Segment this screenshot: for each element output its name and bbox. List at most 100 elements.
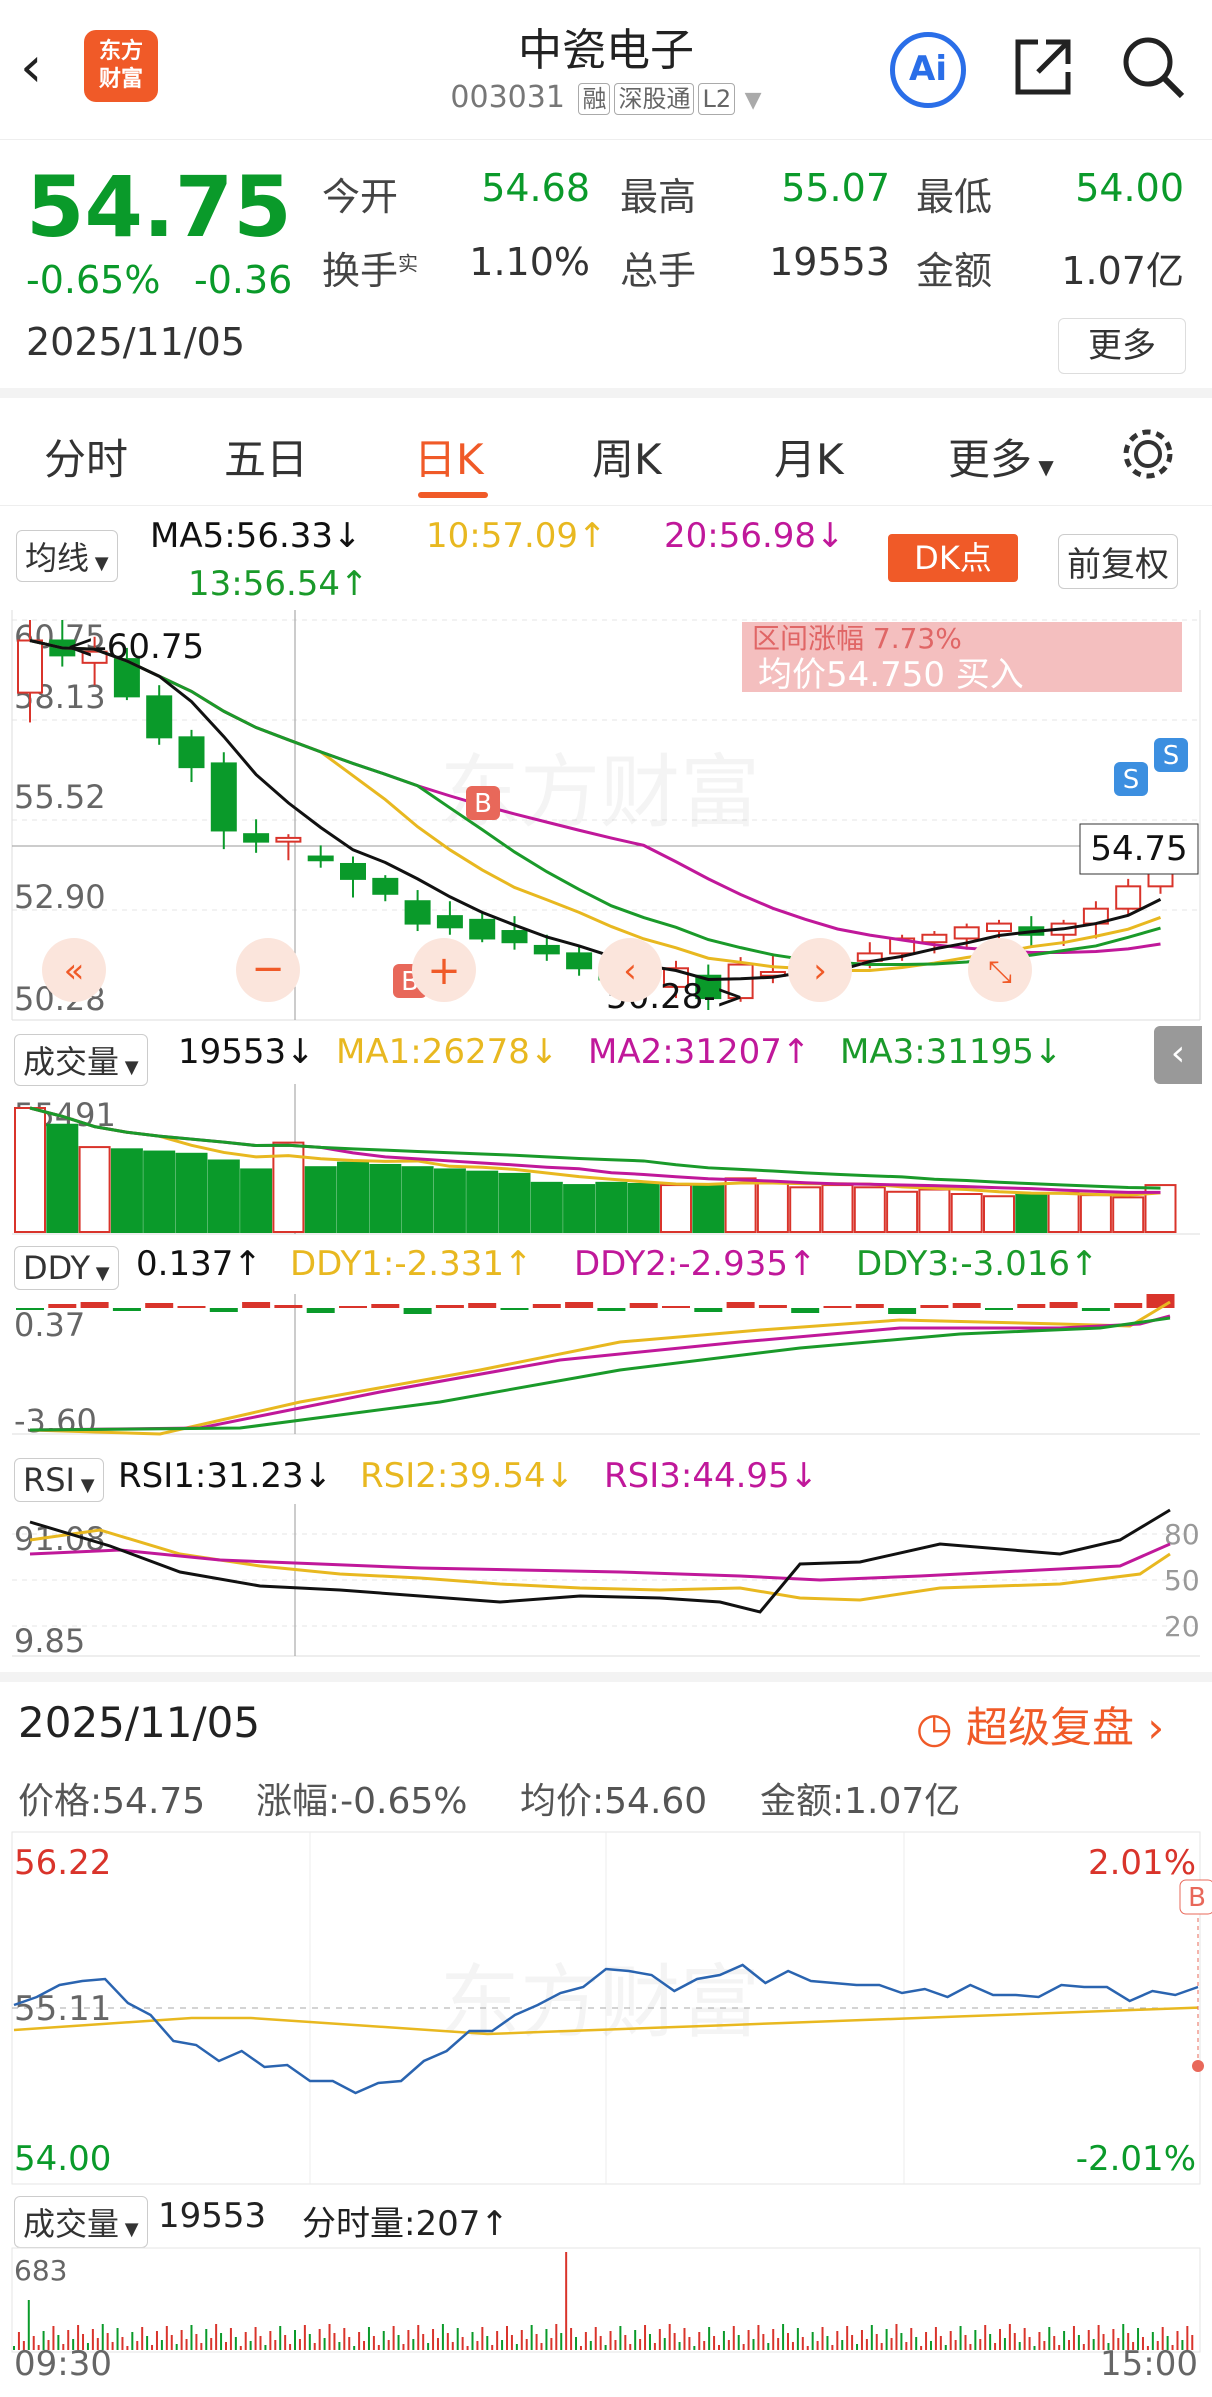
high-value: 55.07 bbox=[781, 166, 890, 210]
sell-s-marker: S bbox=[1154, 738, 1188, 772]
volume-bar bbox=[692, 1184, 725, 1233]
rsi1-value: RSI1:31.23↓ bbox=[118, 1456, 333, 1496]
ddy-bar bbox=[80, 1302, 109, 1308]
ddy-bar bbox=[952, 1303, 981, 1308]
clock-icon: ◷ bbox=[916, 1703, 966, 1752]
volume-value: 19553 bbox=[769, 240, 890, 284]
candle-body bbox=[210, 762, 237, 832]
collapse-panel-icon[interactable]: ‹ bbox=[1154, 1026, 1202, 1084]
kline-chart[interactable]: 东方财富 区间涨幅 7.73% 均价54.750 买入 60.75 58.13 … bbox=[0, 610, 1212, 1030]
volume-indicator: 19553↓ bbox=[178, 1032, 315, 1072]
volume-bar bbox=[14, 1107, 46, 1233]
detail-date: 2025/11/05 bbox=[18, 1698, 261, 1747]
volume-bar bbox=[1047, 1191, 1080, 1234]
tab-monthly-k[interactable]: 月K bbox=[774, 426, 844, 487]
super-replay-link[interactable]: ◷ 超级复盘 › bbox=[916, 1694, 1164, 1755]
zoom-in-icon[interactable]: + bbox=[412, 938, 476, 1002]
volume-bar bbox=[78, 1146, 111, 1234]
turnover-label: 换手实 bbox=[322, 249, 419, 293]
volume-bar bbox=[950, 1193, 983, 1233]
buy-b-marker: B bbox=[466, 786, 500, 820]
intraday-low: 54.00 bbox=[14, 2139, 111, 2179]
top-bar: ‹ 东方 财富 中瓷电子 003031 融深股通 L2 ▼ Ai bbox=[0, 0, 1212, 140]
fullscreen-icon[interactable]: ⤡ bbox=[968, 938, 1032, 1002]
volume-bar bbox=[886, 1190, 919, 1233]
volume-bar bbox=[853, 1186, 886, 1233]
stock-code: 003031 bbox=[450, 80, 565, 115]
rsi-chart: 91.08 9.85 80 50 20 bbox=[12, 1504, 1200, 1660]
ddy-bar bbox=[629, 1303, 658, 1308]
dk-point-button[interactable]: DK点 bbox=[888, 534, 1018, 582]
turnover-value: 1.10% bbox=[469, 240, 590, 284]
rsi2-value: RSI2:39.54↓ bbox=[360, 1456, 575, 1496]
candle-body bbox=[275, 836, 302, 843]
ddy-bar bbox=[726, 1302, 755, 1308]
tab-more[interactable]: 更多 ▼ bbox=[948, 426, 1054, 487]
volume-select[interactable]: 成交量 ▼ bbox=[14, 1034, 148, 1086]
volume-bar bbox=[46, 1123, 79, 1233]
tab-daily-k[interactable]: 日K bbox=[414, 426, 484, 487]
ddy-bar bbox=[855, 1304, 884, 1308]
settings-gear-icon[interactable] bbox=[1118, 424, 1178, 484]
ddy-bar bbox=[112, 1308, 141, 1311]
detail-amount: 金额:1.07亿 bbox=[760, 1781, 961, 1822]
zoom-out-icon[interactable]: − bbox=[236, 938, 300, 1002]
rsi-ref-50: 50 bbox=[1164, 1564, 1200, 1597]
prev-icon[interactable]: ‹ bbox=[598, 938, 662, 1002]
share-icon[interactable] bbox=[1010, 34, 1076, 100]
dropdown-arrow-icon[interactable]: ▼ bbox=[745, 88, 762, 113]
volume-bar bbox=[175, 1152, 208, 1233]
ddy-bar bbox=[758, 1305, 787, 1308]
scroll-left-icon[interactable]: « bbox=[42, 938, 106, 1002]
ddy-bar bbox=[371, 1304, 400, 1308]
ddy-bar bbox=[1049, 1302, 1078, 1308]
ddy-bar bbox=[985, 1308, 1013, 1310]
ddy-bar bbox=[242, 1302, 271, 1308]
ddy-select[interactable]: DDY ▼ bbox=[14, 1246, 119, 1290]
change-amount: -0.36 bbox=[194, 258, 293, 302]
ddy-bar bbox=[1146, 1294, 1175, 1308]
tick-volume: 分时量:207↑ bbox=[302, 2204, 509, 2244]
volume-bar bbox=[401, 1166, 434, 1233]
rsi-select[interactable]: RSI ▼ bbox=[14, 1458, 104, 1502]
active-tab-indicator bbox=[418, 492, 488, 498]
overlay-text-2: 区间涨幅 7.73% bbox=[752, 622, 962, 655]
intraday-chart[interactable]: 东方财富 56.22 55.11 54.00 2.01% -2.01% B bbox=[0, 1830, 1212, 2186]
tag-level2: L2 bbox=[698, 83, 736, 115]
ddy-bar bbox=[48, 1304, 77, 1308]
volume-bar bbox=[433, 1168, 466, 1234]
search-icon[interactable] bbox=[1118, 32, 1188, 102]
next-icon[interactable]: › bbox=[788, 938, 852, 1002]
tab-five-day[interactable]: 五日 bbox=[224, 426, 308, 487]
ddy-bar bbox=[500, 1308, 529, 1310]
ddy-bar bbox=[888, 1308, 917, 1314]
intraday-volume-select[interactable]: 成交量 ▼ bbox=[14, 2196, 148, 2248]
ai-assistant-icon[interactable]: Ai bbox=[890, 32, 966, 108]
ddy-bar bbox=[565, 1302, 594, 1308]
volume-bar bbox=[789, 1186, 822, 1233]
max-price-note: <-60.75 bbox=[66, 627, 204, 667]
quote-date: 2025/11/05 bbox=[26, 320, 246, 364]
tag-connect: 深股通 bbox=[614, 83, 695, 115]
low-label: 最低 bbox=[916, 175, 993, 219]
candle-body bbox=[146, 695, 173, 739]
adjust-select[interactable]: 前复权 bbox=[1058, 534, 1178, 589]
more-button[interactable]: 更多 bbox=[1058, 318, 1186, 374]
intraday-volume: 19553 bbox=[158, 2196, 267, 2236]
svg-text:−: − bbox=[251, 946, 285, 992]
volume-ma2: MA2:31207↑ bbox=[588, 1032, 811, 1072]
overlay-text: 均价54.750 买入 bbox=[758, 655, 1024, 695]
ddy-bar bbox=[597, 1308, 626, 1311]
volume-bar bbox=[918, 1188, 951, 1233]
candle-body bbox=[501, 930, 528, 944]
ddy-bar bbox=[435, 1305, 464, 1308]
intraday-volume-y: 683 bbox=[14, 2254, 67, 2287]
ma-select[interactable]: 均线 ▼ bbox=[16, 530, 118, 582]
tab-intraday[interactable]: 分时 bbox=[44, 426, 128, 487]
ddy-value: 0.137↑ bbox=[136, 1244, 262, 1284]
volume-bar bbox=[143, 1150, 176, 1233]
candle-body bbox=[404, 900, 431, 925]
high-label: 最高 bbox=[620, 175, 697, 219]
ddy-bar bbox=[468, 1303, 497, 1308]
tab-weekly-k[interactable]: 周K bbox=[592, 426, 662, 487]
